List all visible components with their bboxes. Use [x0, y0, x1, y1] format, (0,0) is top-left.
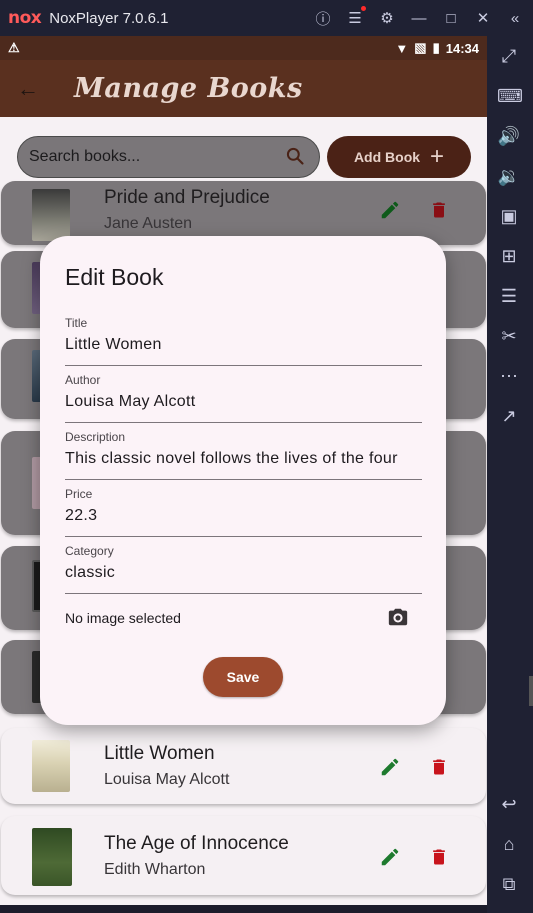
- search-placeholder: Search books...: [29, 148, 141, 165]
- save-button[interactable]: Save: [203, 657, 283, 697]
- camera-icon[interactable]: [387, 606, 409, 628]
- dialog-title: Edit Book: [65, 264, 164, 290]
- keyboard-icon[interactable]: ⌨: [497, 84, 523, 108]
- description-field-value: This classic novel follows the lives of …: [65, 450, 398, 467]
- book-cover: [32, 828, 72, 886]
- book-title: Little Women: [104, 743, 215, 764]
- book-title: Pride and Prejudice: [104, 187, 270, 208]
- install-apk-icon[interactable]: ⊞: [497, 244, 521, 268]
- author-field[interactable]: Author Louisa May Alcott: [65, 373, 422, 423]
- screenshot-icon[interactable]: ▣: [497, 204, 521, 228]
- category-field-value: classic: [65, 564, 116, 581]
- delete-icon[interactable]: [429, 756, 449, 778]
- search-icon[interactable]: [285, 146, 305, 166]
- android-recents-icon[interactable]: ⧉: [497, 872, 521, 896]
- edit-icon[interactable]: [379, 756, 401, 778]
- emulator-bottom-frame: [0, 905, 487, 913]
- author-field-value: Louisa May Alcott: [65, 393, 196, 410]
- emulator-title-bar: nox NoxPlayer 7.0.6.1 ⓘ ☰ ⚙ — □ ✕ «: [0, 0, 533, 36]
- description-field-label: Description: [65, 430, 126, 444]
- add-book-label: Add Book: [353, 149, 421, 165]
- open-external-icon[interactable]: ↗: [497, 404, 521, 428]
- book-author: Jane Austen: [104, 215, 193, 232]
- delete-icon[interactable]: [429, 199, 449, 221]
- minimize-icon[interactable]: —: [411, 10, 427, 27]
- book-cover: [32, 740, 70, 792]
- close-icon[interactable]: ✕: [475, 9, 491, 27]
- status-bar: ⚠ ▼ ▧ ▮ 14:34: [0, 36, 487, 60]
- settings-icon[interactable]: ⚙: [379, 9, 395, 27]
- emulator-title: NoxPlayer 7.0.6.1: [49, 9, 169, 27]
- image-status: No image selected: [65, 610, 181, 626]
- edit-icon[interactable]: [379, 846, 401, 868]
- fullscreen-icon[interactable]: ⤢: [497, 44, 521, 68]
- plus-icon: +: [430, 143, 445, 170]
- price-field-value: 22.3: [65, 507, 98, 524]
- status-time: 14:34: [445, 40, 479, 56]
- book-card[interactable]: Little Women Louisa May Alcott: [1, 728, 486, 804]
- search-input[interactable]: Search books...: [17, 136, 320, 178]
- more-icon[interactable]: ⋯: [497, 364, 521, 388]
- volume-up-icon[interactable]: 🔊: [497, 124, 521, 148]
- add-book-button[interactable]: Add Book +: [327, 136, 471, 178]
- no-signal-icon: ▧: [414, 40, 427, 55]
- price-field-label: Price: [65, 487, 93, 501]
- book-author: Edith Wharton: [104, 861, 206, 878]
- category-field-label: Category: [65, 544, 114, 558]
- delete-icon[interactable]: [429, 846, 449, 868]
- author-field-label: Author: [65, 373, 101, 387]
- nox-logo: nox: [8, 8, 42, 28]
- wifi-icon: ▼: [395, 40, 409, 56]
- description-field[interactable]: Description This classic novel follows t…: [65, 430, 422, 480]
- page-title: Manage Books: [74, 73, 303, 104]
- multi-instance-icon[interactable]: ☰: [497, 284, 521, 308]
- search-row: Search books... Add Book +: [0, 136, 487, 178]
- maximize-icon[interactable]: □: [443, 10, 459, 27]
- title-field-label: Title: [65, 316, 88, 330]
- sidebar-scrollbar[interactable]: [529, 676, 533, 706]
- emulator-sidebar: ⤢ ⌨ 🔊 🔉 ▣ ⊞ ☰ ✂ ⋯ ↗ ↩ ⌂ ⧉: [487, 36, 533, 913]
- title-field-value: Little Women: [65, 336, 162, 353]
- help-icon[interactable]: ⓘ: [315, 8, 331, 29]
- title-field[interactable]: Title Little Women: [65, 316, 422, 366]
- battery-icon: ▮: [432, 40, 440, 55]
- warning-icon: ⚠: [8, 40, 20, 55]
- android-back-icon[interactable]: ↩: [497, 792, 521, 816]
- back-arrow-icon[interactable]: ←: [0, 76, 56, 102]
- collapse-icon[interactable]: «: [507, 10, 523, 27]
- book-title: The Age of Innocence: [104, 833, 289, 854]
- android-home-icon[interactable]: ⌂: [497, 832, 521, 856]
- menu-icon[interactable]: ☰: [347, 6, 366, 27]
- phone-screen: ⚠ ▼ ▧ ▮ 14:34 ← Manage Books Search book…: [0, 36, 487, 905]
- book-cover: [32, 189, 70, 241]
- edit-icon[interactable]: [379, 199, 401, 221]
- book-card[interactable]: The Age of Innocence Edith Wharton: [1, 816, 486, 895]
- scissors-icon[interactable]: ✂: [497, 324, 521, 348]
- app-bar: ← Manage Books: [0, 60, 487, 117]
- book-author: Louisa May Alcott: [104, 771, 230, 788]
- edit-book-dialog: Edit Book Title Little Women Author Loui…: [40, 236, 446, 725]
- price-field[interactable]: Price 22.3: [65, 487, 422, 537]
- volume-down-icon[interactable]: 🔉: [497, 164, 521, 188]
- category-field[interactable]: Category classic: [65, 544, 422, 594]
